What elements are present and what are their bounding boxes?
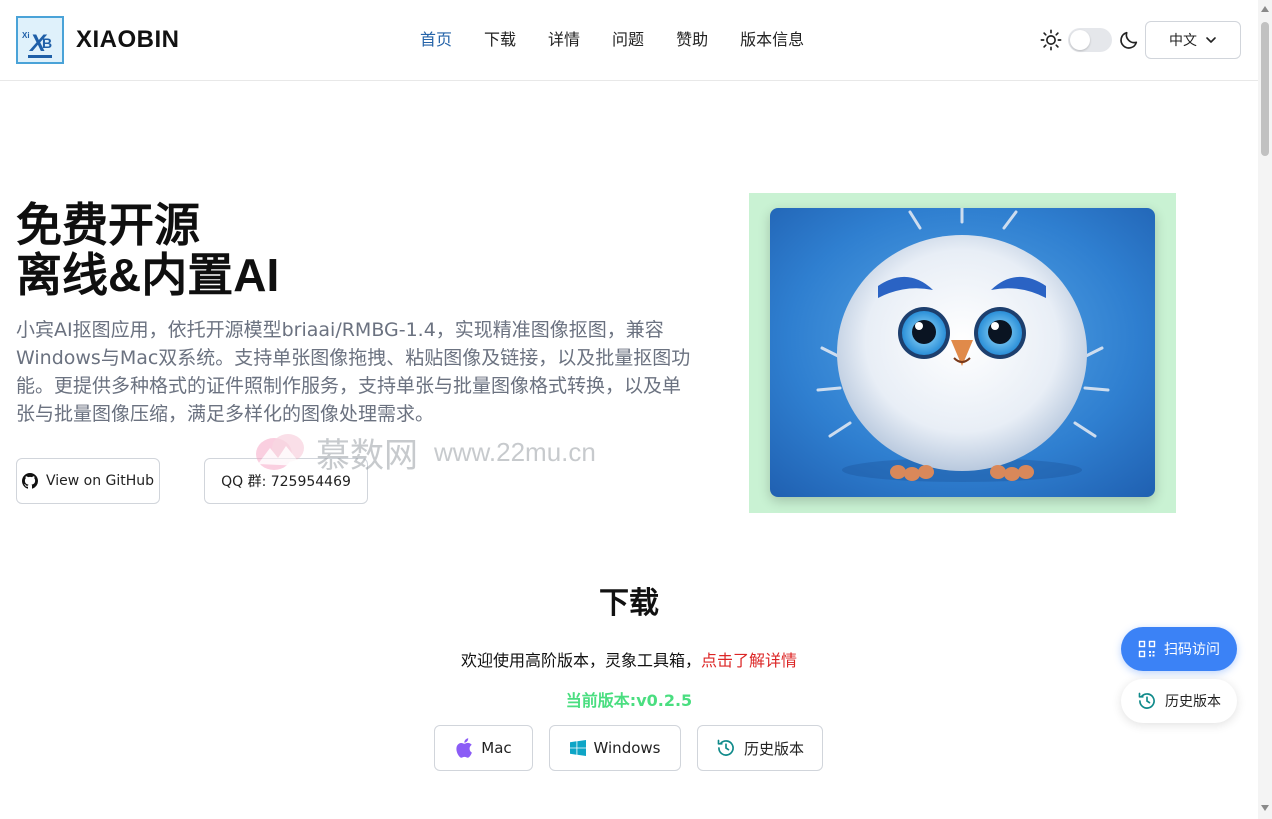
svg-text:Xi: Xi [22, 31, 30, 40]
hero-title-line2: 离线&内置AI [16, 249, 280, 301]
moon-icon [1120, 31, 1138, 49]
scan-qr-label: 扫码访问 [1164, 642, 1220, 658]
nav-item-sponsor[interactable]: 赞助 [660, 30, 724, 50]
hero-image-frame [749, 193, 1176, 513]
history-versions-button[interactable]: 历史版本 [697, 725, 823, 771]
apple-icon [456, 738, 473, 758]
watermark-url: www.22mu.cn [434, 437, 596, 467]
hero-description: 小宾AI抠图应用，依托开源模型briaai/RMBG-1.4，实现精准图像抠图，… [16, 319, 691, 425]
floating-history-label: 历史版本 [1165, 694, 1221, 710]
watermark: 慕数网 www.22mu.cn [252, 428, 596, 477]
history-versions-label: 历史版本 [743, 739, 804, 758]
nav-item-version-info[interactable]: 版本信息 [724, 30, 820, 50]
download-welcome: 欢迎使用高阶版本，灵象工具箱，点击了解详情 [0, 647, 1258, 671]
github-button[interactable]: View on GitHub [16, 458, 160, 504]
hero-title-line1: 免费开源 [16, 199, 200, 251]
logo[interactable]: Xi X B [16, 16, 64, 64]
learn-more-link[interactable]: 点击了解详情 [701, 651, 797, 670]
scrollbar-thumb[interactable] [1261, 22, 1269, 156]
chevron-down-icon [1206, 37, 1216, 43]
hero-image [770, 208, 1155, 497]
github-button-label: View on GitHub [45, 473, 155, 489]
download-welcome-text: 欢迎使用高阶版本，灵象工具箱， [460, 651, 701, 670]
history-icon [717, 739, 734, 756]
page-scrollbar[interactable] [1258, 0, 1272, 819]
download-mac-button[interactable]: Mac [434, 725, 533, 771]
nav-item-download[interactable]: 下载 [468, 30, 532, 50]
logo-icon: Xi X B [18, 18, 62, 62]
windows-icon [569, 740, 586, 756]
scroll-up-arrow[interactable] [1261, 6, 1269, 12]
download-mac-label: Mac [481, 739, 512, 757]
download-windows-button[interactable]: Windows [549, 725, 681, 771]
svg-text:B: B [42, 35, 52, 51]
page: Xi X B XIAOBIN 首页 下载 详情 问题 赞助 版本信息 中文 免费… [0, 0, 1272, 819]
language-select[interactable]: 中文 [1145, 21, 1241, 59]
theme-toggle[interactable] [1068, 28, 1112, 52]
qr-code-icon [1138, 640, 1156, 658]
theme-switch [1040, 28, 1140, 52]
github-icon [21, 473, 38, 489]
scan-qr-button[interactable]: 扫码访问 [1121, 627, 1237, 671]
main-nav: 首页 下载 详情 问题 赞助 版本信息 [404, 30, 820, 50]
toggle-knob [1070, 30, 1090, 50]
brand-name[interactable]: XIAOBIN [76, 26, 180, 54]
watermark-cn: 慕数网 [316, 436, 418, 476]
sun-icon [1040, 29, 1062, 51]
nav-item-home[interactable]: 首页 [404, 30, 468, 50]
floating-history-button[interactable]: 历史版本 [1121, 679, 1237, 723]
nav-item-faq[interactable]: 问题 [596, 30, 660, 50]
header: Xi X B XIAOBIN 首页 下载 详情 问题 赞助 版本信息 中文 [0, 0, 1258, 81]
download-windows-label: Windows [593, 739, 661, 757]
download-title: 下载 [599, 586, 659, 621]
hero-title: 免费开源 离线&内置AI [16, 200, 279, 300]
scroll-down-arrow[interactable] [1261, 805, 1269, 811]
nav-item-details[interactable]: 详情 [532, 30, 596, 50]
watermark-logo-icon [256, 433, 304, 470]
language-label: 中文 [1169, 33, 1197, 49]
current-version: 当前版本:v0.2.5 [565, 691, 693, 710]
history-icon [1138, 692, 1155, 709]
owl-illustration [770, 208, 1155, 497]
